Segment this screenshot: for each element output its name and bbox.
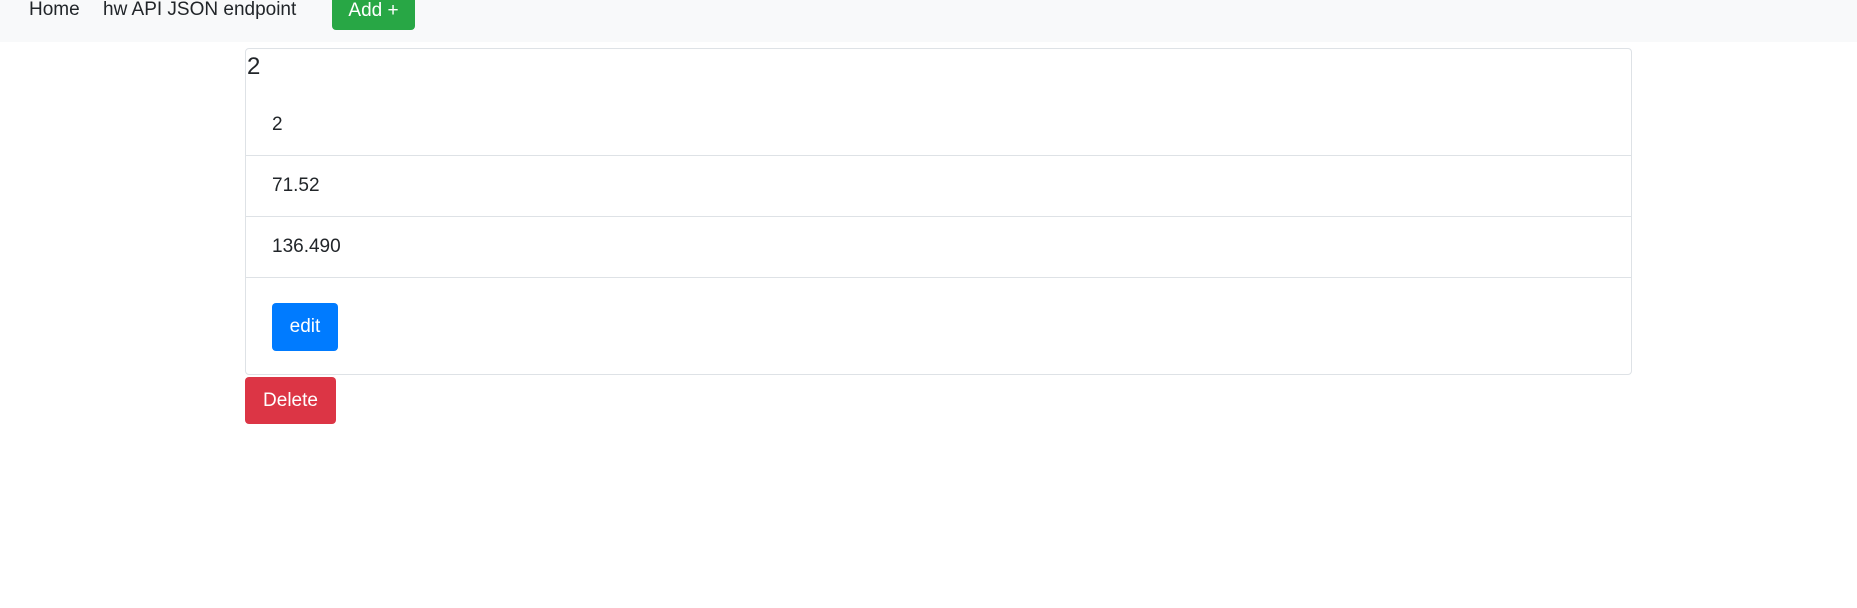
list-item: 2 <box>246 49 1631 156</box>
field-value: 136.490 <box>272 236 341 257</box>
list-item: 136.490 <box>246 217 1631 278</box>
action-row: edit <box>246 278 1631 374</box>
field-value: 71.52 <box>272 175 320 196</box>
edit-button[interactable]: edit <box>272 303 338 351</box>
record-title: 2 <box>247 53 261 80</box>
list-item: 71.52 <box>246 156 1631 217</box>
nav-home-link[interactable]: Home <box>29 0 80 20</box>
delete-button[interactable]: Delete <box>245 377 336 424</box>
navbar: Home hw API JSON endpoint Add + <box>0 0 1857 42</box>
record-card: 2 71.52 136.490 edit 2 <box>245 48 1632 375</box>
nav-api-json-link[interactable]: hw API JSON endpoint <box>103 0 296 20</box>
add-button[interactable]: Add + <box>332 0 415 30</box>
field-value: 2 <box>272 114 283 135</box>
